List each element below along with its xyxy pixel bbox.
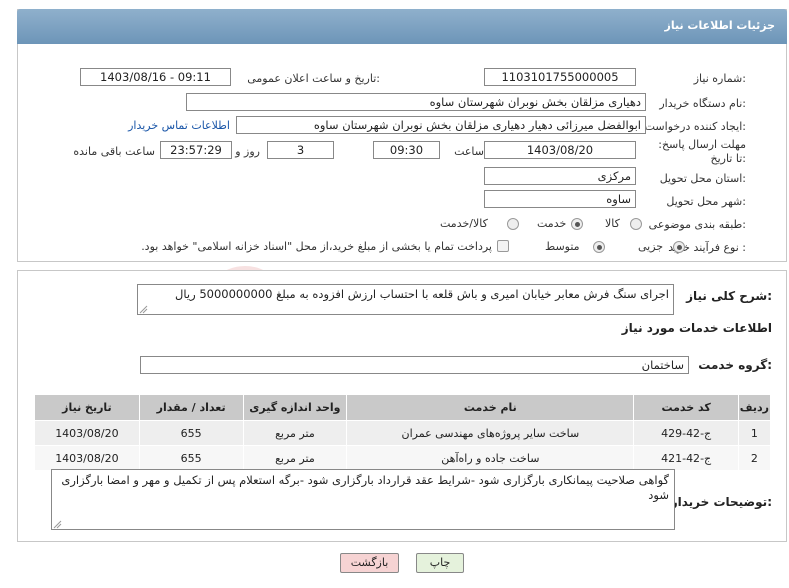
days-label: روز و [235, 145, 260, 158]
province-field: مرکزی [484, 167, 636, 185]
table-header-row: ردیف کد خدمت نام خدمت واحد اندازه گیری ت… [34, 394, 772, 421]
deadline-time-field: 09:30 [373, 141, 440, 159]
cell-row: 2 [737, 445, 772, 471]
buyer-notes-textarea[interactable]: گواهی صلاحیت پیمانکاری بارگزاری شود -شرا… [51, 469, 675, 530]
buyer-org-label: نام دستگاه خریدار: [659, 97, 746, 110]
cell-code: ج-42-429 [633, 420, 739, 446]
radio-medium[interactable] [593, 241, 605, 253]
table-row: 1 ج-42-429 ساخت سایر پروژه‌های مهندسی عم… [34, 420, 772, 446]
summary-label: شرح کلی نیاز: [686, 289, 772, 303]
cell-qty: 655 [138, 420, 244, 446]
radio-minor[interactable] [673, 241, 685, 253]
resize-grip-icon[interactable] [53, 519, 62, 529]
radio-goods-service-label: کالا/خدمت [440, 217, 488, 230]
cell-date: 1403/08/20 [34, 420, 140, 446]
col-qty: تعداد / مقدار [138, 394, 244, 421]
buyer-org-field: دهیاری مزلقان بخش نوبران شهرستان ساوه [186, 93, 646, 111]
remaining-time-field: 23:57:29 [160, 141, 232, 159]
cell-name: ساخت سایر پروژه‌های مهندسی عمران [346, 420, 635, 446]
deadline-label: مهلت ارسال پاسخ: تا تاریخ: [658, 138, 746, 165]
cell-qty: 655 [138, 445, 244, 471]
col-name: نام خدمت [346, 394, 635, 421]
cell-unit: متر مربع [242, 445, 348, 471]
buyer-notes-label: توضیحات خریدار: [670, 495, 772, 509]
cell-unit: متر مربع [242, 420, 348, 446]
announce-label: تاریخ و ساعت اعلان عمومی: [247, 72, 380, 85]
summary-textarea[interactable]: اجرای سنگ فرش معابر خیابان امیری و باش ق… [137, 284, 674, 315]
cell-row: 1 [737, 420, 772, 446]
table-row: 2 ج-42-421 ساخت جاده و راه‌آهن متر مربع … [34, 445, 772, 471]
back-button[interactable]: بازگشت [340, 553, 399, 573]
cell-code: ج-42-421 [633, 445, 739, 471]
radio-minor-label: جزیی [638, 240, 664, 253]
radio-service[interactable] [571, 218, 583, 230]
radio-goods-service[interactable] [507, 218, 519, 230]
col-row: ردیف [737, 394, 772, 421]
col-unit: واحد اندازه گیری [242, 394, 348, 421]
city-field: ساوه [484, 190, 636, 208]
radio-service-label: خدمت [537, 217, 567, 230]
treasury-checkbox[interactable] [497, 240, 509, 252]
service-group-label: گروه خدمت: [698, 358, 772, 372]
deadline-time-label: ساعت [454, 145, 484, 158]
buyer-notes-text: گواهی صلاحیت پیمانکاری بارگزاری شود -شرا… [61, 473, 669, 502]
city-label: شهر محل تحویل: [666, 195, 746, 208]
resize-grip-icon[interactable] [139, 304, 148, 314]
category-label: طبقه بندی موضوعی: [648, 218, 746, 231]
creator-field: ابوالفضل میرزائی دهیار دهیاری مزلقان بخش… [236, 116, 646, 134]
service-group-field: ساختمان [140, 356, 689, 374]
cell-name: ساخت جاده و راه‌آهن [346, 445, 635, 471]
province-label: استان محل تحویل: [659, 172, 746, 185]
need-number-field: 1103101755000005 [484, 68, 636, 86]
treasury-note: پرداخت تمام یا بخشی از مبلغ خرید،از محل … [141, 240, 492, 253]
panel-header: جزئیات اطلاعات نیاز [17, 9, 787, 44]
services-section-title: اطلاعات خدمات مورد نیاز [621, 321, 772, 335]
col-code: کد خدمت [633, 394, 739, 421]
creator-label: ایجاد کننده درخواست: [644, 120, 746, 133]
days-field: 3 [267, 141, 334, 159]
page-title: جزئیات اطلاعات نیاز [664, 19, 776, 32]
services-table: ردیف کد خدمت نام خدمت واحد اندازه گیری ت… [34, 394, 772, 471]
print-button[interactable]: چاپ [416, 553, 464, 573]
radio-goods-label: کالا [605, 217, 620, 230]
buyer-contact-link[interactable]: اطلاعات تماس خریدار [128, 119, 230, 132]
radio-goods[interactable] [630, 218, 642, 230]
remaining-label: ساعت باقی مانده [73, 145, 155, 158]
announce-field: 1403/08/16 - 09:11 [80, 68, 231, 86]
summary-text: اجرای سنگ فرش معابر خیابان امیری و باش ق… [175, 287, 669, 301]
radio-medium-label: متوسط [545, 240, 580, 253]
need-number-label: شماره نیاز: [693, 72, 746, 85]
deadline-date-field: 1403/08/20 [484, 141, 636, 159]
cell-date: 1403/08/20 [34, 445, 140, 471]
col-date: تاریخ نیاز [34, 394, 140, 421]
